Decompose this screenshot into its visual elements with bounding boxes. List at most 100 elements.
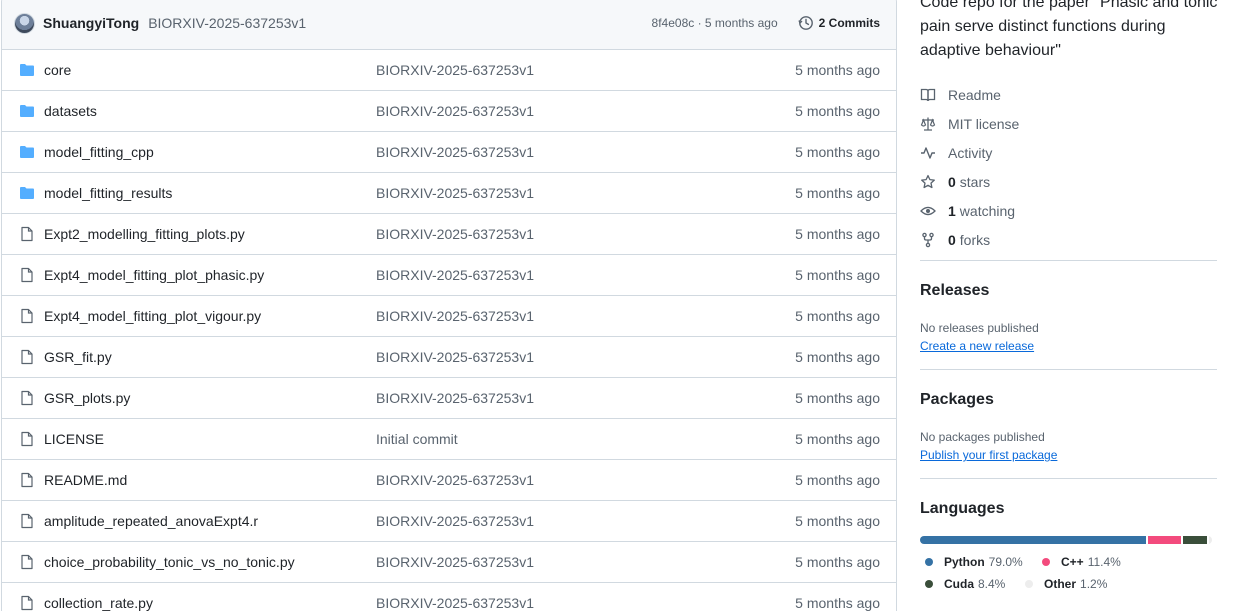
file-commit-message[interactable]: Initial commit: [376, 431, 458, 447]
commit-hash-age[interactable]: 8f4e08c · 5 months ago 2 Commits: [652, 11, 884, 35]
commit-hash-age-text[interactable]: 8f4e08c · 5 months ago: [652, 16, 778, 30]
file-commit-message[interactable]: BIORXIV-2025-637253v1: [376, 144, 534, 160]
commit-message[interactable]: BIORXIV-2025-637253v1: [148, 15, 306, 31]
file-icon: [21, 595, 33, 611]
file-row[interactable]: model_fitting_cpp BIORXIV-2025-637253v1 5 …: [2, 132, 896, 173]
file-icon: [21, 226, 33, 242]
about-meta-list: Readme MIT license Activity 0 stars 1 wa…: [920, 80, 1019, 254]
avatar[interactable]: [14, 12, 35, 34]
language-dot: [925, 558, 933, 566]
file-name-link[interactable]: collection_rate.py: [44, 595, 153, 611]
file-commit-message[interactable]: BIORXIV-2025-637253v1: [376, 390, 534, 406]
language-percent: 1.2%: [1080, 577, 1108, 591]
releases-empty-text: No releases published: [920, 321, 1039, 335]
file-commit-message[interactable]: BIORXIV-2025-637253v1: [376, 513, 534, 529]
language-percent: 79.0%: [988, 555, 1023, 569]
file-row[interactable]: amplitude_repeated_anovaExpt4.r BIORXIV-2…: [2, 501, 896, 542]
book-icon: [920, 88, 936, 101]
pulse-icon: [921, 146, 935, 159]
stars-count: 0: [948, 173, 956, 190]
license-link[interactable]: MIT license: [920, 109, 1019, 138]
create-release-link[interactable]: Create a new release: [920, 339, 1034, 353]
file-row[interactable]: README.md BIORXIV-2025-637253v1 5 months a…: [2, 460, 896, 501]
file-commit-message[interactable]: BIORXIV-2025-637253v1: [376, 103, 534, 119]
file-commit-age: 5 months ago: [795, 554, 880, 570]
file-commit-message[interactable]: BIORXIV-2025-637253v1: [376, 472, 534, 488]
file-commit-age: 5 months ago: [795, 144, 880, 160]
commits-count-label: 2 Commits: [818, 16, 880, 30]
file-row[interactable]: Expt2_modelling_fitting_plots.py BIORXIV-…: [2, 214, 896, 255]
language-name: C++: [1061, 555, 1084, 569]
file-row[interactable]: Expt4_model_fitting_plot_phasic.py BIORXI…: [2, 255, 896, 296]
file-name-link[interactable]: README.md: [44, 472, 127, 488]
file-row[interactable]: GSR_plots.py BIORXIV-2025-637253v1 5 month…: [2, 378, 896, 419]
file-commit-message[interactable]: BIORXIV-2025-637253v1: [376, 62, 534, 78]
publish-package-link[interactable]: Publish your first package: [920, 448, 1057, 462]
language-bar-segment: [1208, 536, 1212, 544]
file-name-link[interactable]: LICENSE: [44, 431, 104, 447]
language-percent: 8.4%: [978, 577, 1006, 591]
file-name-link[interactable]: choice_probability_tonic_vs_no_tonic.py: [44, 554, 295, 570]
file-commit-age: 5 months ago: [795, 595, 880, 611]
file-commit-message[interactable]: BIORXIV-2025-637253v1: [376, 349, 534, 365]
file-commit-message[interactable]: BIORXIV-2025-637253v1: [376, 226, 534, 242]
language-name: Cuda: [944, 577, 974, 591]
file-row[interactable]: GSR_fit.py BIORXIV-2025-637253v1 5 months …: [2, 337, 896, 378]
file-commit-message[interactable]: BIORXIV-2025-637253v1: [376, 554, 534, 570]
divider: [920, 478, 1217, 479]
stars-link[interactable]: 0 stars: [920, 167, 1019, 196]
file-row[interactable]: core BIORXIV-2025-637253v1 5 months ago: [2, 50, 896, 91]
file-name-link[interactable]: amplitude_repeated_anovaExpt4.r: [44, 513, 258, 529]
file-name-link[interactable]: datasets: [44, 103, 97, 119]
language-dot: [1042, 558, 1050, 566]
file-name-link[interactable]: core: [44, 62, 71, 78]
file-name-link[interactable]: Expt4_model_fitting_plot_phasic.py: [44, 267, 264, 283]
watching-link[interactable]: 1 watching: [920, 196, 1019, 225]
folder-icon: [20, 187, 34, 199]
file-name-link[interactable]: model_fitting_results: [44, 185, 172, 201]
file-commit-message[interactable]: BIORXIV-2025-637253v1: [376, 595, 534, 611]
file-name-link[interactable]: GSR_plots.py: [44, 390, 130, 406]
file-row[interactable]: LICENSE Initial commit 5 months ago: [2, 419, 896, 460]
file-row[interactable]: collection_rate.py BIORXIV-2025-637253v1 5…: [2, 583, 896, 611]
language-name: Python: [944, 555, 985, 569]
file-icon: [21, 349, 33, 365]
file-commit-age: 5 months ago: [795, 472, 880, 488]
latest-commit-bar: ShuangyiTong BIORXIV-2025-637253v1 8f4e0…: [2, 0, 896, 50]
file-row[interactable]: Expt4_model_fitting_plot_vigour.py BIORXI…: [2, 296, 896, 337]
releases-heading[interactable]: Releases: [920, 282, 989, 300]
divider: [920, 369, 1217, 370]
file-row[interactable]: choice_probability_tonic_vs_no_tonic.py B…: [2, 542, 896, 583]
language-bar-segment: [1147, 536, 1181, 544]
language-item[interactable]: C++ 11.4%: [1042, 555, 1121, 569]
folder-icon: [20, 64, 34, 76]
language-item[interactable]: Cuda 8.4%: [925, 577, 1005, 591]
language-item[interactable]: Python 79.0%: [925, 555, 1023, 569]
readme-link[interactable]: Readme: [920, 80, 1019, 109]
history-icon: [798, 16, 813, 30]
file-name-link[interactable]: GSR_fit.py: [44, 349, 112, 365]
file-commit-message[interactable]: BIORXIV-2025-637253v1: [376, 267, 534, 283]
activity-link[interactable]: Activity: [920, 138, 1019, 167]
star-icon: [921, 174, 935, 188]
file-commit-age: 5 months ago: [795, 185, 880, 201]
packages-heading[interactable]: Packages: [920, 391, 994, 409]
language-dot: [925, 580, 933, 588]
file-commit-message[interactable]: BIORXIV-2025-637253v1: [376, 185, 534, 201]
commits-button[interactable]: 2 Commits: [794, 11, 884, 35]
file-name-link[interactable]: Expt2_modelling_fitting_plots.py: [44, 226, 245, 242]
file-commit-message[interactable]: BIORXIV-2025-637253v1: [376, 308, 534, 324]
activity-label: Activity: [948, 144, 993, 161]
file-commit-age: 5 months ago: [795, 103, 880, 119]
language-item[interactable]: Other 1.2%: [1025, 577, 1107, 591]
file-name-link[interactable]: Expt4_model_fitting_plot_vigour.py: [44, 308, 261, 324]
file-icon: [21, 513, 33, 529]
file-row[interactable]: datasets BIORXIV-2025-637253v1 5 months ag…: [2, 91, 896, 132]
file-row[interactable]: model_fitting_results BIORXIV-2025-637253…: [2, 173, 896, 214]
eye-icon: [920, 206, 936, 215]
file-commit-age: 5 months ago: [795, 431, 880, 447]
commit-author[interactable]: ShuangyiTong: [43, 15, 139, 31]
file-name-link[interactable]: model_fitting_cpp: [44, 144, 154, 160]
forks-link[interactable]: 0 forks: [920, 225, 1019, 254]
language-percent: 11.4%: [1087, 555, 1121, 569]
